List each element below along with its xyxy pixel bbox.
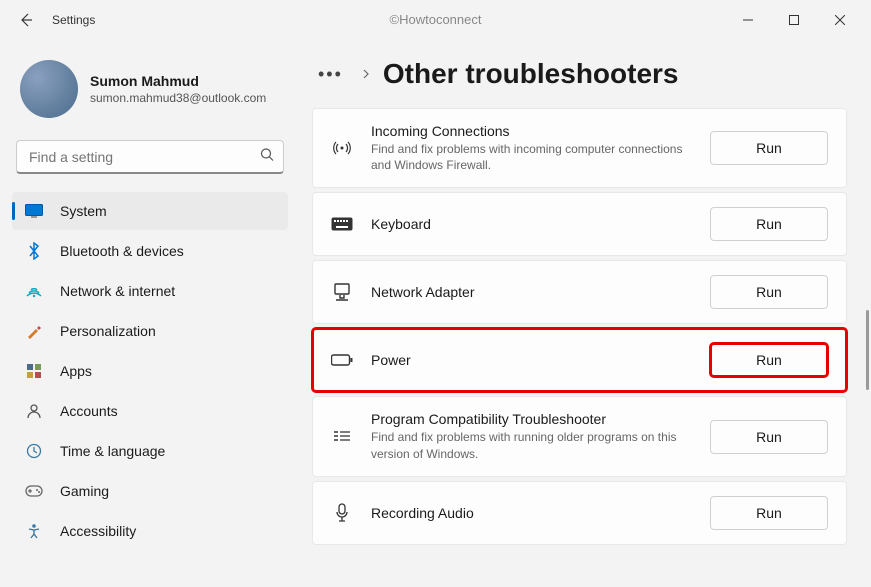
- card-body: Power: [371, 352, 692, 368]
- network-icon: [24, 281, 44, 301]
- run-button[interactable]: Run: [710, 420, 828, 454]
- nav-label: Personalization: [60, 323, 156, 339]
- personalization-icon: [24, 321, 44, 341]
- sidebar-item-personalization[interactable]: Personalization: [12, 312, 288, 350]
- card-body: Recording Audio: [371, 505, 692, 521]
- run-button[interactable]: Run: [710, 275, 828, 309]
- sidebar-item-gaming[interactable]: Gaming: [12, 472, 288, 510]
- time-icon: [24, 441, 44, 461]
- window-controls: [725, 4, 863, 36]
- maximize-button[interactable]: [771, 4, 817, 36]
- app-title: Settings: [52, 13, 95, 27]
- card-title: Network Adapter: [371, 284, 692, 300]
- minimize-icon: [743, 15, 753, 25]
- power-icon: [331, 353, 353, 367]
- system-icon: [24, 201, 44, 221]
- nav-label: Accessibility: [60, 523, 136, 539]
- avatar: [20, 60, 78, 118]
- sidebar-item-network-internet[interactable]: Network & internet: [12, 272, 288, 310]
- troubleshooter-card-keyboard: Keyboard Run: [312, 192, 847, 256]
- breadcrumb-ellipsis[interactable]: •••: [312, 60, 349, 89]
- profile-email: sumon.mahmud38@outlook.com: [90, 91, 266, 105]
- chevron-right-icon: [361, 66, 371, 82]
- maximize-icon: [789, 15, 799, 25]
- nav-label: Apps: [60, 363, 92, 379]
- mic-icon: [331, 503, 353, 523]
- card-body: Network Adapter: [371, 284, 692, 300]
- back-arrow-icon: [18, 12, 34, 28]
- settings-window: ©Howtoconnect Settings Sumon Mahmud sum: [0, 0, 871, 587]
- sidebar-item-system[interactable]: System: [12, 192, 288, 230]
- sidebar-item-time-language[interactable]: Time & language: [12, 432, 288, 470]
- nav-label: Time & language: [60, 443, 165, 459]
- search-input[interactable]: [16, 140, 284, 174]
- watermark-text: ©Howtoconnect: [390, 12, 482, 27]
- troubleshooter-card-network-adapter: Network Adapter Run: [312, 260, 847, 324]
- card-body: Keyboard: [371, 216, 692, 232]
- search-wrap: [16, 140, 284, 174]
- nav-list: System Bluetooth & devices Network & inter…: [12, 192, 288, 550]
- gaming-icon: [24, 481, 44, 501]
- profile-text: Sumon Mahmud sumon.mahmud38@outlook.com: [90, 73, 266, 105]
- run-button[interactable]: Run: [710, 207, 828, 241]
- card-body: Incoming Connections Find and fix problem…: [371, 123, 692, 173]
- sidebar-item-apps[interactable]: Apps: [12, 352, 288, 390]
- nav-label: Network & internet: [60, 283, 175, 299]
- scrollbar-thumb[interactable]: [866, 310, 869, 390]
- sidebar-item-accounts[interactable]: Accounts: [12, 392, 288, 430]
- card-title: Power: [371, 352, 692, 368]
- troubleshooter-list: Incoming Connections Find and fix problem…: [312, 108, 847, 545]
- nav-label: Bluetooth & devices: [60, 243, 184, 259]
- card-desc: Find and fix problems with incoming comp…: [371, 141, 691, 173]
- back-button[interactable]: [8, 2, 44, 38]
- apps-icon: [24, 361, 44, 381]
- card-title: Keyboard: [371, 216, 692, 232]
- keyboard-icon: [331, 217, 353, 231]
- minimize-button[interactable]: [725, 4, 771, 36]
- accessibility-icon: [24, 521, 44, 541]
- troubleshooter-card-incoming-connections: Incoming Connections Find and fix problem…: [312, 108, 847, 188]
- card-title: Recording Audio: [371, 505, 692, 521]
- nav-label: System: [60, 203, 107, 219]
- run-button[interactable]: Run: [710, 343, 828, 377]
- troubleshooter-card-power: Power Run: [312, 328, 847, 392]
- sidebar: Sumon Mahmud sumon.mahmud38@outlook.com …: [0, 40, 300, 587]
- search-icon: [260, 148, 274, 167]
- card-title: Program Compatibility Troubleshooter: [371, 411, 692, 427]
- accounts-icon: [24, 401, 44, 421]
- bluetooth-icon: [24, 241, 44, 261]
- card-desc: Find and fix problems with running older…: [371, 429, 691, 461]
- page-title: Other troubleshooters: [383, 58, 679, 90]
- close-button[interactable]: [817, 4, 863, 36]
- sidebar-item-bluetooth-devices[interactable]: Bluetooth & devices: [12, 232, 288, 270]
- run-button[interactable]: Run: [710, 496, 828, 530]
- run-button[interactable]: Run: [710, 131, 828, 165]
- compat-icon: [331, 429, 353, 445]
- main-content: ••• Other troubleshooters Incoming Conne…: [300, 40, 871, 587]
- profile-section[interactable]: Sumon Mahmud sumon.mahmud38@outlook.com: [12, 48, 288, 136]
- profile-name: Sumon Mahmud: [90, 73, 266, 89]
- nav-label: Gaming: [60, 483, 109, 499]
- nav-label: Accounts: [60, 403, 118, 419]
- adapter-icon: [331, 283, 353, 301]
- card-body: Program Compatibility Troubleshooter Find…: [371, 411, 692, 461]
- window-body: Sumon Mahmud sumon.mahmud38@outlook.com …: [0, 40, 871, 587]
- close-icon: [835, 15, 845, 25]
- card-title: Incoming Connections: [371, 123, 692, 139]
- troubleshooter-card-recording-audio: Recording Audio Run: [312, 481, 847, 545]
- sidebar-item-accessibility[interactable]: Accessibility: [12, 512, 288, 550]
- troubleshooter-card-program-compatibility-troubleshooter: Program Compatibility Troubleshooter Find…: [312, 396, 847, 476]
- breadcrumb: ••• Other troubleshooters: [312, 58, 847, 90]
- signal-icon: [331, 138, 353, 158]
